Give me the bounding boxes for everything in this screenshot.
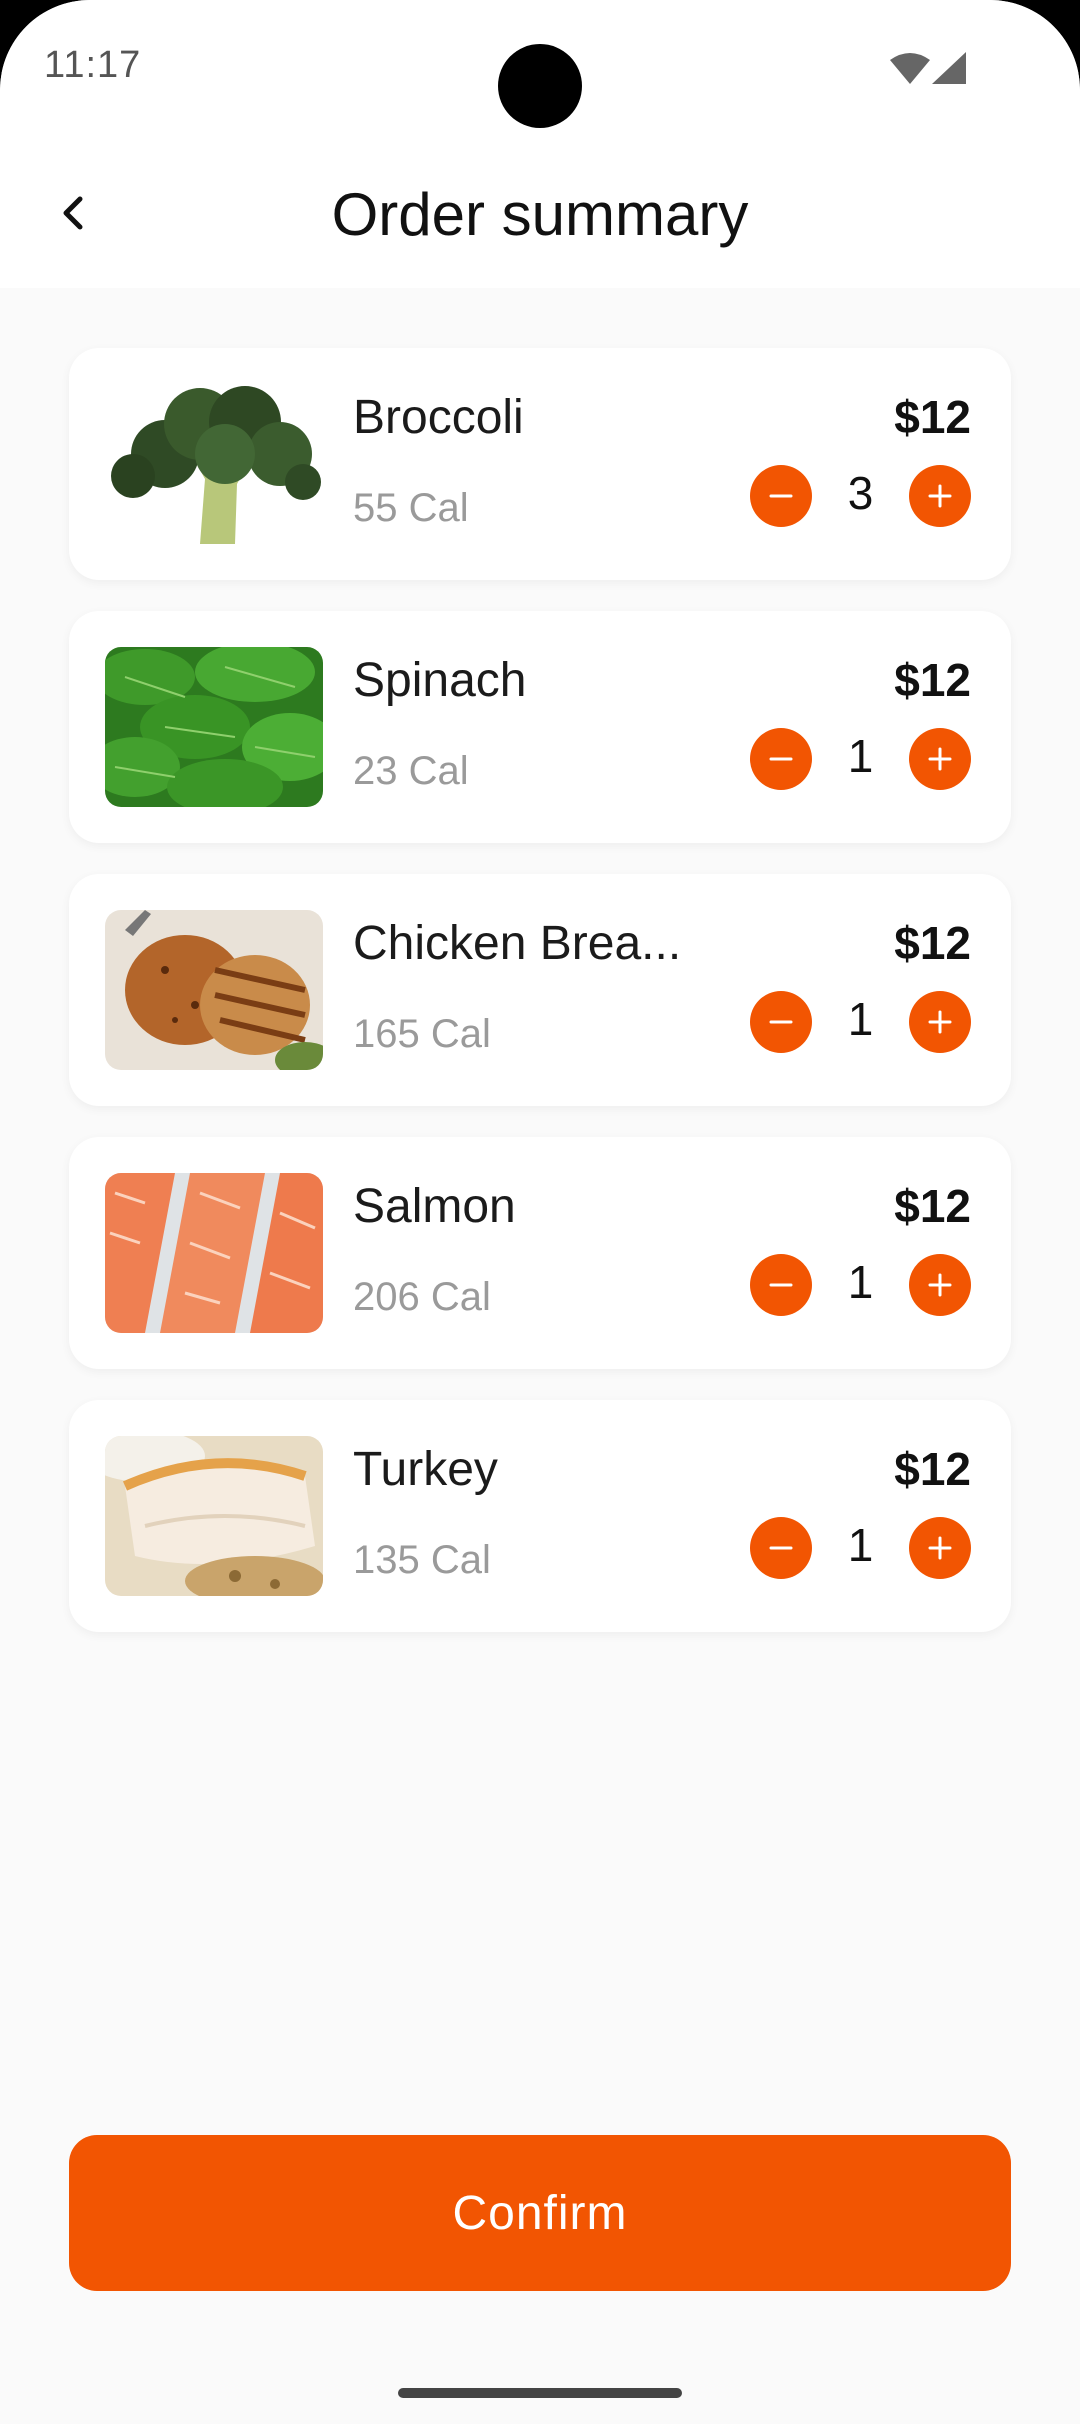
minus-icon (769, 1546, 793, 1550)
minus-icon (769, 494, 793, 498)
decrease-quantity-button[interactable] (750, 465, 812, 527)
home-indicator[interactable] (398, 2388, 682, 2398)
wifi-icon (890, 53, 930, 84)
decrease-quantity-button[interactable] (750, 728, 812, 790)
increase-quantity-button[interactable] (909, 1254, 971, 1316)
plus-icon (928, 1536, 952, 1560)
plus-icon (928, 484, 952, 508)
item-calories: 206 Cal (353, 1275, 491, 1319)
item-quantity: 1 (847, 730, 874, 782)
increase-quantity-button[interactable] (909, 1517, 971, 1579)
item-name: Broccoli (353, 391, 524, 444)
minus-icon (769, 1283, 793, 1287)
item-calories: 135 Cal (353, 1538, 491, 1582)
order-item-spinach: Spinach 23 Cal $12 1 (69, 611, 1011, 843)
item-calories: 23 Cal (353, 749, 469, 793)
order-item-chicken-breast: Chicken Brea... 165 Cal $12 1 (69, 874, 1011, 1106)
increase-quantity-button[interactable] (909, 728, 971, 790)
item-quantity: 1 (847, 993, 874, 1045)
item-price: $12 (894, 1443, 971, 1495)
signal-icon (932, 52, 966, 84)
item-image-salmon (105, 1173, 323, 1333)
app-header: Order summary (0, 140, 1080, 288)
increase-quantity-button[interactable] (909, 991, 971, 1053)
item-calories: 165 Cal (353, 1012, 491, 1056)
item-image-spinach (105, 647, 323, 807)
increase-quantity-button[interactable] (909, 465, 971, 527)
item-price: $12 (894, 1180, 971, 1232)
item-image-chicken-breast (105, 910, 323, 1070)
item-name: Turkey (353, 1443, 498, 1496)
confirm-button[interactable]: Confirm (69, 2135, 1011, 2291)
minus-icon (769, 1020, 793, 1024)
item-price: $12 (894, 917, 971, 969)
camera-cutout (498, 44, 582, 128)
item-quantity: 3 (847, 467, 874, 519)
order-item-broccoli: Broccoli 55 Cal $12 3 (69, 348, 1011, 580)
decrease-quantity-button[interactable] (750, 991, 812, 1053)
item-name: Chicken Brea... (353, 917, 682, 970)
status-time: 11:17 (44, 44, 142, 86)
item-image-turkey (105, 1436, 323, 1596)
item-quantity: 1 (847, 1519, 874, 1571)
decrease-quantity-button[interactable] (750, 1254, 812, 1316)
item-image-broccoli (105, 384, 323, 544)
item-name: Salmon (353, 1180, 516, 1233)
page-title: Order summary (331, 181, 749, 248)
item-calories: 55 Cal (353, 486, 469, 530)
status-bar: 11:17 (0, 0, 1080, 140)
minus-icon (769, 757, 793, 761)
order-item-salmon: Salmon 206 Cal $12 1 (69, 1137, 1011, 1369)
item-price: $12 (894, 391, 971, 443)
app-screen: 11:17 Order summary Broccoli 55 Cal $12 … (0, 0, 1080, 2424)
item-name: Spinach (353, 654, 527, 707)
plus-icon (928, 747, 952, 771)
plus-icon (928, 1010, 952, 1034)
item-price: $12 (894, 654, 971, 706)
item-quantity: 1 (847, 1256, 874, 1308)
plus-icon (928, 1273, 952, 1297)
decrease-quantity-button[interactable] (750, 1517, 812, 1579)
order-item-turkey: Turkey 135 Cal $12 1 (69, 1400, 1011, 1632)
